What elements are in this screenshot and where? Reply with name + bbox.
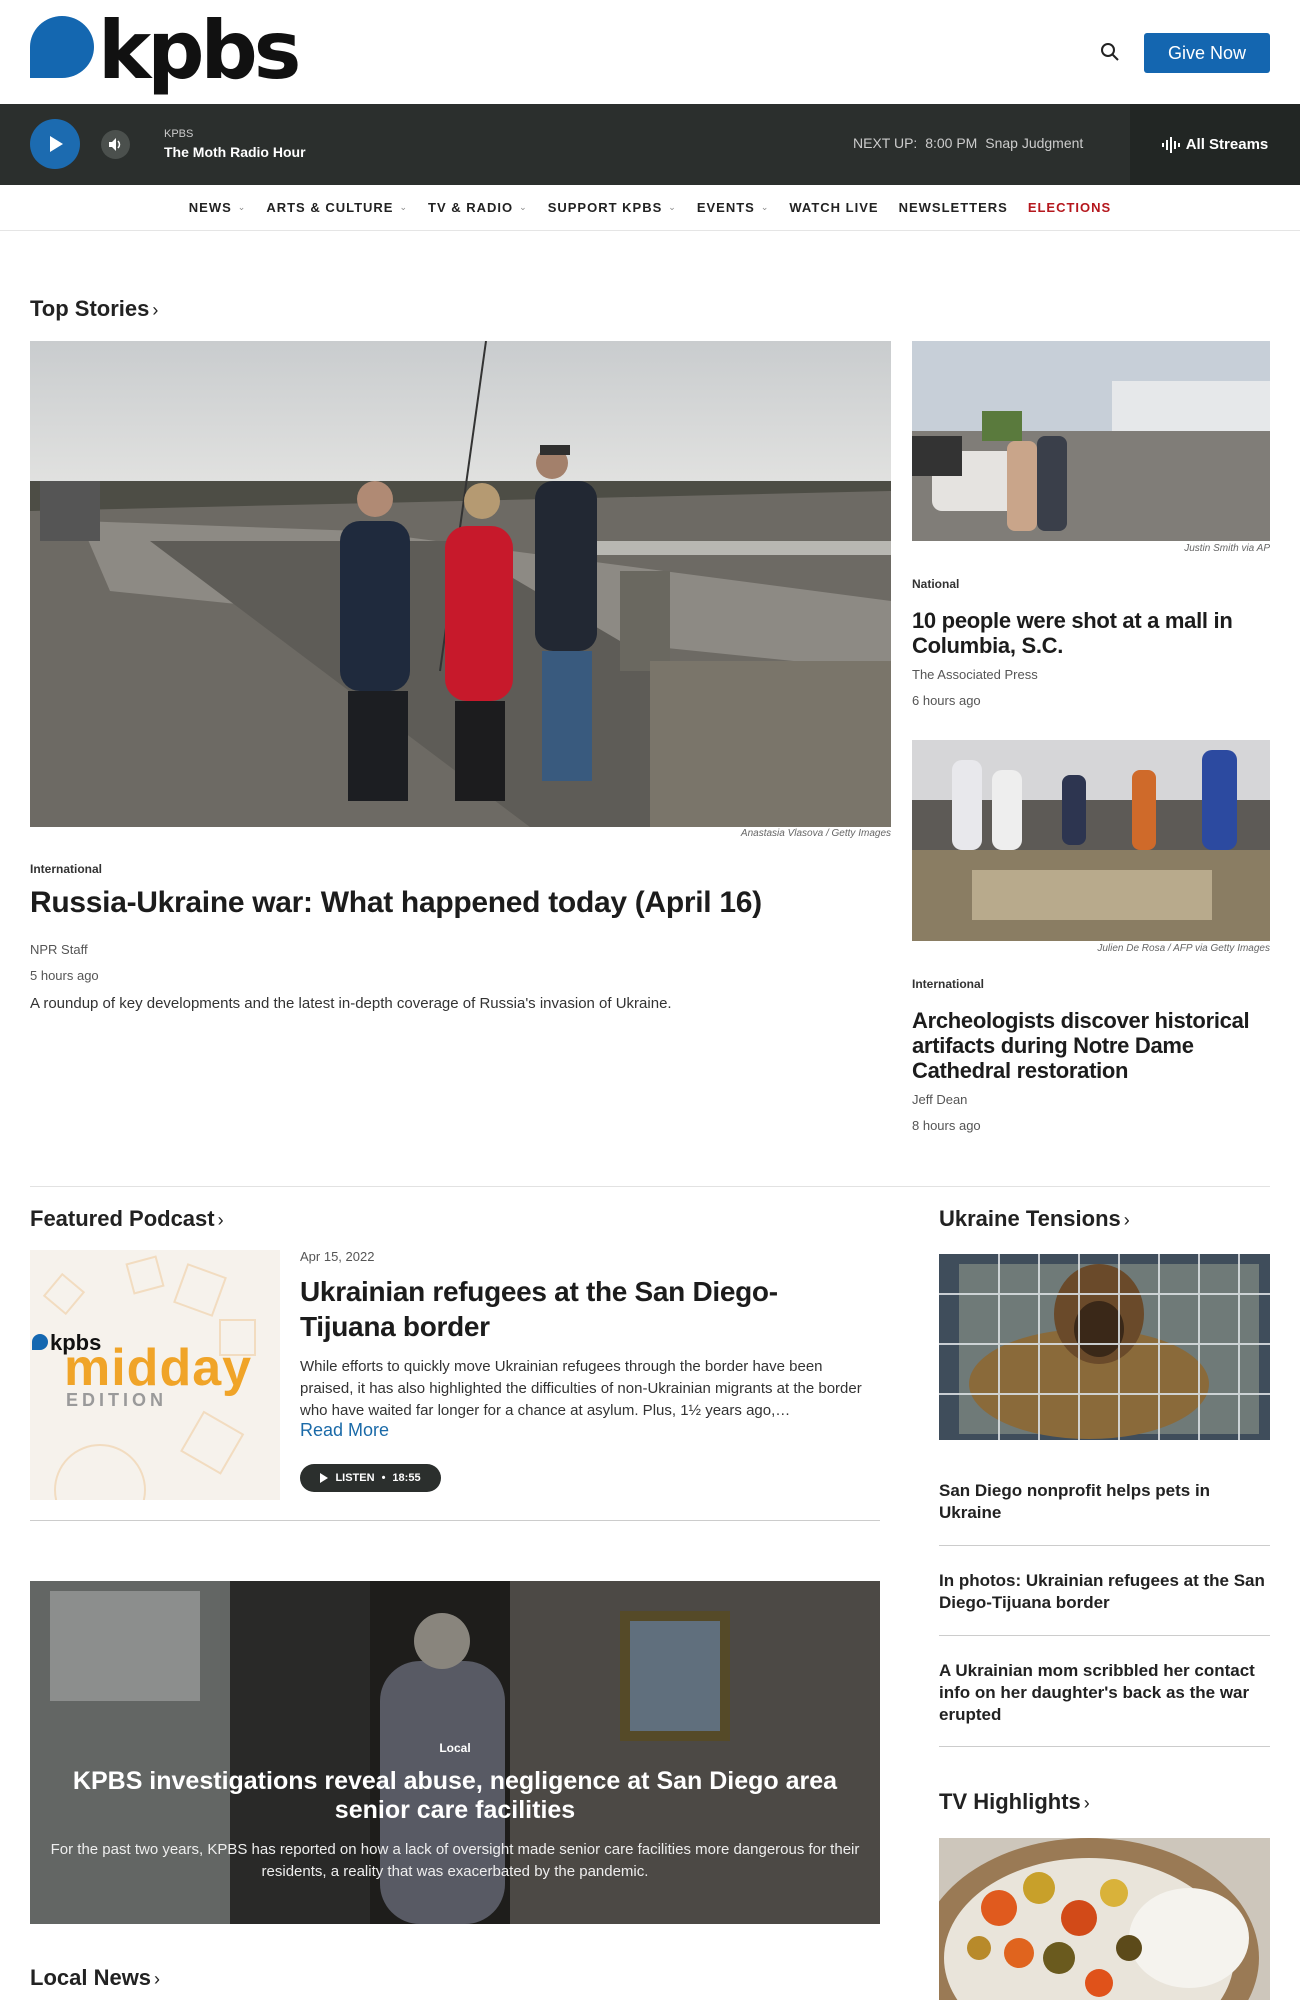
- ukraine-link-divider: [939, 1635, 1270, 1636]
- side1-headline[interactable]: 10 people were shot at a mall in Columbi…: [912, 608, 1270, 658]
- give-now-button[interactable]: Give Now: [1144, 33, 1270, 73]
- next-up: NEXT UP: 8:00 PM Snap Judgment: [853, 135, 1083, 151]
- main-nav: NEWS ⌄ ARTS & CULTURE ⌄ TV & RADIO ⌄ SUPPORT K…: [0, 185, 1300, 231]
- side2-photo-credit: Julien De Rosa / AFP via Getty Images: [1097, 943, 1270, 954]
- top-stories-heading[interactable]: Top Stories ›: [30, 296, 158, 322]
- ukraine-image[interactable]: [939, 1254, 1270, 1440]
- ukraine-link-1[interactable]: San Diego nonprofit helps pets in Ukrain…: [939, 1480, 1269, 1524]
- nav-item-elections[interactable]: ELECTIONS: [1018, 200, 1121, 215]
- dot-separator: •: [381, 1472, 386, 1484]
- all-streams-button[interactable]: All Streams: [1130, 104, 1300, 185]
- chevron-down-icon[interactable]: ⌄: [761, 202, 770, 213]
- podcast-summary: While efforts to quickly move Ukrainian …: [300, 1358, 862, 1419]
- nav-item-news[interactable]: NEWS ⌄: [179, 200, 257, 215]
- podcast-headline[interactable]: Ukrainian refugees at the San Diego-Tiju…: [300, 1274, 860, 1344]
- feature-banner[interactable]: Local KPBS investigations reveal abuse, …: [30, 1581, 880, 1924]
- feature-summary: For the past two years, KPBS has reporte…: [50, 1841, 860, 1880]
- ukraine-tensions-heading[interactable]: Ukraine Tensions ›: [939, 1206, 1130, 1232]
- nav-item-label: WATCH LIVE: [789, 200, 879, 215]
- waveform-icon: [1161, 136, 1180, 153]
- lead-time: 5 hours ago: [30, 968, 99, 983]
- site-header: kpbs Give Now: [0, 0, 1300, 104]
- nav-item-tv-radio[interactable]: TV & RADIO ⌄: [418, 200, 538, 215]
- next-up-label: NEXT UP:: [853, 135, 918, 151]
- listen-button[interactable]: LISTEN • 18:55: [300, 1464, 441, 1492]
- ukraine-link-2[interactable]: In photos: Ukrainian refugees at the San…: [939, 1570, 1269, 1614]
- ukraine-link-divider: [939, 1545, 1270, 1546]
- station-name: KPBS: [164, 128, 194, 140]
- logo-mark: [30, 16, 94, 78]
- side2-kicker[interactable]: International: [912, 977, 984, 991]
- feature-headline[interactable]: KPBS investigations reveal abuse, neglig…: [50, 1767, 860, 1825]
- chevron-down-icon[interactable]: ⌄: [519, 202, 528, 213]
- nav-item-watch-live[interactable]: WATCH LIVE: [779, 200, 888, 215]
- chevron-down-icon[interactable]: ⌄: [399, 202, 408, 213]
- side2-headline[interactable]: Archeologists discover historical artifa…: [912, 1008, 1270, 1083]
- nav-item-support-kpbs[interactable]: SUPPORT KPBS ⌄: [538, 200, 687, 215]
- side2-author[interactable]: Jeff Dean: [912, 1092, 967, 1107]
- side2-time: 8 hours ago: [912, 1118, 981, 1133]
- nav-item-label: SUPPORT KPBS: [547, 200, 663, 215]
- podcast-artwork[interactable]: kpbs midday EDITION: [30, 1250, 280, 1500]
- play-icon: [320, 1473, 329, 1483]
- podcast-logo-word: midday: [64, 1339, 253, 1397]
- all-streams-label: All Streams: [1185, 136, 1269, 153]
- chevron-down-icon[interactable]: ⌄: [668, 202, 677, 213]
- nav-item-label: ELECTIONS: [1027, 200, 1112, 215]
- nav-item-label: EVENTS: [696, 200, 755, 215]
- podcast-logo-sub: EDITION: [66, 1390, 168, 1410]
- lead-photo-credit: Anastasia Vlasova / Getty Images: [740, 828, 891, 839]
- section-divider: [30, 1186, 1270, 1187]
- featured-podcast-heading[interactable]: Featured Podcast ›: [30, 1206, 224, 1232]
- listen-duration: 18:55: [392, 1472, 421, 1484]
- side1-photo-credit: Justin Smith via AP: [1184, 543, 1270, 554]
- lead-summary: A roundup of key developments and the la…: [30, 995, 672, 1012]
- nav-item-events[interactable]: EVENTS ⌄: [687, 200, 780, 215]
- ukraine-link-divider: [939, 1746, 1270, 1747]
- lead-story-image[interactable]: [30, 341, 891, 827]
- side1-time: 6 hours ago: [912, 693, 981, 708]
- lead-kicker[interactable]: International: [30, 862, 102, 876]
- radio-player: KPBS The Moth Radio Hour NEXT UP: 8:00 P…: [0, 104, 1300, 185]
- play-button[interactable]: [30, 119, 80, 169]
- logo-text: kpbs: [98, 4, 301, 97]
- side-story-2-image[interactable]: [912, 740, 1270, 941]
- search-icon[interactable]: [1100, 42, 1120, 62]
- volume-button[interactable]: [101, 130, 130, 159]
- nav-item-arts-culture[interactable]: ARTS & CULTURE ⌄: [256, 200, 418, 215]
- tv-highlights-heading[interactable]: TV Highlights ›: [939, 1789, 1090, 1815]
- volume-icon: [109, 138, 121, 151]
- next-up-time: 8:00 PM: [925, 135, 978, 151]
- side1-author[interactable]: The Associated Press: [912, 667, 1038, 682]
- lead-headline[interactable]: Russia-Ukraine war: What happened today …: [30, 885, 891, 921]
- chevron-down-icon[interactable]: ⌄: [238, 202, 247, 213]
- ukraine-link-3[interactable]: A Ukrainian mom scribbled her contact in…: [939, 1660, 1269, 1726]
- feature-kicker[interactable]: Local: [30, 1741, 880, 1755]
- now-playing-show: The Moth Radio Hour: [164, 144, 306, 160]
- nav-item-label: NEWS: [188, 200, 232, 215]
- podcast-date: Apr 15, 2022: [300, 1249, 375, 1264]
- podcast-divider: [30, 1520, 880, 1521]
- nav-item-label: NEWSLETTERS: [898, 200, 1008, 215]
- listen-label: LISTEN: [335, 1472, 375, 1484]
- lead-author[interactable]: NPR Staff: [30, 942, 88, 957]
- nav-item-newsletters[interactable]: NEWSLETTERS: [889, 200, 1018, 215]
- next-up-show: Snap Judgment: [985, 135, 1084, 151]
- local-news-heading[interactable]: Local News ›: [30, 1965, 160, 1991]
- kpbs-logo[interactable]: kpbs: [30, 6, 302, 96]
- read-more-link[interactable]: Read More: [300, 1420, 389, 1441]
- side-story-1-image[interactable]: [912, 341, 1270, 541]
- side1-kicker[interactable]: National: [912, 577, 959, 591]
- tv-highlight-image[interactable]: [939, 1838, 1270, 2000]
- nav-item-label: ARTS & CULTURE: [266, 200, 394, 215]
- nav-item-label: TV & RADIO: [428, 200, 514, 215]
